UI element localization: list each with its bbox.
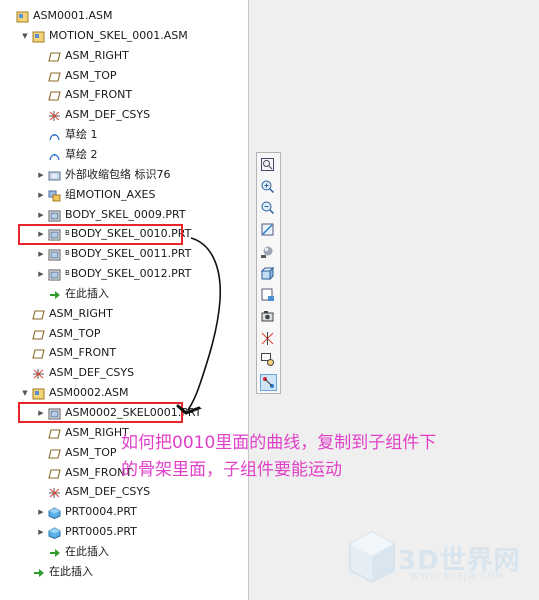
watermark-url: WWW.3DSJW.COM: [410, 572, 505, 582]
arrow-annotation: [176, 237, 222, 415]
annotation-line-2: 的骨架里面，子组件要能运动: [121, 460, 342, 480]
annotation-line-1: 如何把0010里面的曲线，复制到子组件下: [121, 433, 437, 453]
annotation-note: 如何把0010里面的曲线，复制到子组件下 的骨架里面，子组件要能运动: [121, 430, 539, 484]
